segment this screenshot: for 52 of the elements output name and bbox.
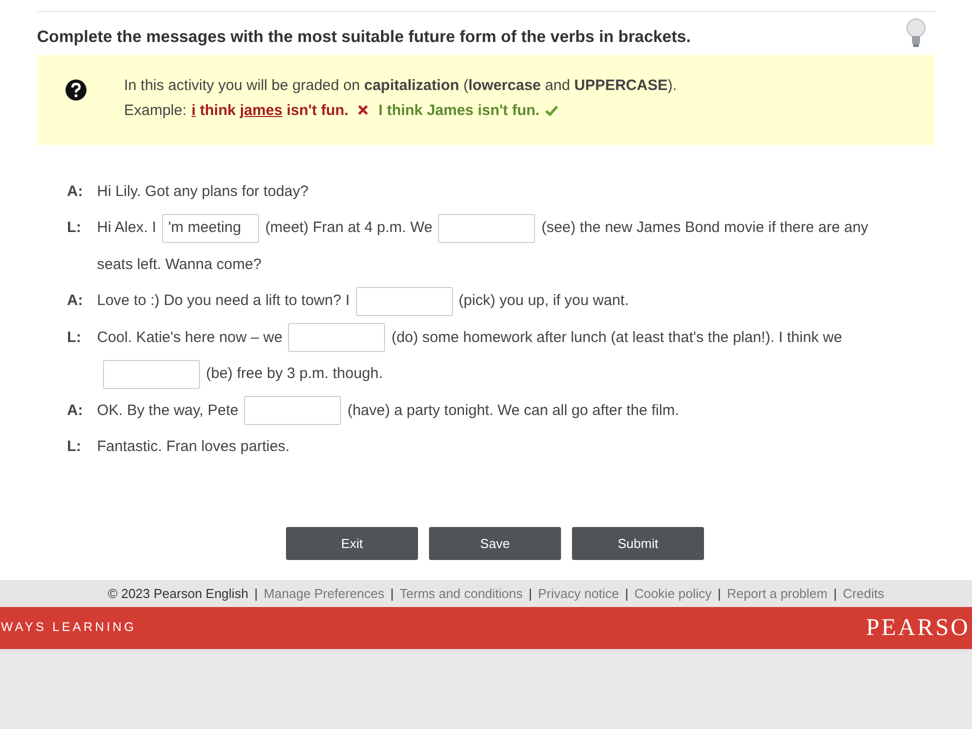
dialogue-text: Fantastic. Fran loves parties. xyxy=(97,437,290,458)
lightbulb-icon[interactable] xyxy=(905,18,927,48)
action-button[interactable]: Exit xyxy=(286,526,418,560)
footer-link[interactable]: Credits xyxy=(842,584,884,603)
dialogue-text: (have) a party tonight. We can all go after the film. xyxy=(347,400,680,421)
speaker-label: L: xyxy=(67,328,82,348)
footer-link[interactable]: Privacy notice xyxy=(538,584,619,603)
cross-icon xyxy=(358,105,368,116)
action-button[interactable]: Save xyxy=(429,526,561,560)
speaker-label: A: xyxy=(67,400,84,421)
dialogue-text: Cool. Katie's here now – we xyxy=(97,328,282,348)
tagline-text: WAYS LEARNING xyxy=(1,619,136,636)
dialogue-text: OK. By the way, Pete xyxy=(97,400,238,421)
answer-field[interactable] xyxy=(103,360,200,389)
action-button[interactable]: Submit xyxy=(572,526,704,560)
answer-field[interactable] xyxy=(288,323,386,352)
dialogue-text: (pick) you up, if you want. xyxy=(458,291,629,312)
brand-logo: PEARSO xyxy=(866,614,970,643)
dialogue-text: Hi Alex. I xyxy=(97,218,156,238)
separator-text: | xyxy=(624,584,628,603)
correct-example: I think James isn't fun. xyxy=(378,100,540,121)
dialogue-text: (see) the new James Bond movie if there are any xyxy=(541,218,868,238)
dialogue-text: (meet) Fran at 4 p.m. We xyxy=(265,218,432,238)
dialogue-text: (be) free by 3 p.m. though. xyxy=(206,364,383,384)
question-icon xyxy=(65,78,87,101)
speaker-label: L: xyxy=(67,218,82,238)
separator-text: | xyxy=(834,584,837,603)
example-label: Example: xyxy=(124,100,187,121)
instruction-heading: Complete the messages with the most suitable future form of the verbs in brackets. xyxy=(37,27,691,48)
speaker-label: A: xyxy=(67,182,84,202)
dialogue-text: Love to :) Do you need a lift to town? I xyxy=(97,291,350,312)
footer-link[interactable]: Report a problem xyxy=(727,584,828,603)
answer-field[interactable] xyxy=(438,214,536,243)
info-text: In this activity you will be graded on capitalization (lowercase and UPPERCASE). xyxy=(124,76,677,96)
wrong-example: i think james isn't fun. xyxy=(192,100,348,121)
answer-field[interactable] xyxy=(356,286,453,316)
speaker-label: A: xyxy=(67,291,84,312)
footer-link[interactable]: Cookie policy xyxy=(634,584,712,603)
separator-text: | xyxy=(254,584,258,603)
copyright-text: © 2023 Pearson English xyxy=(108,584,248,603)
dialogue-text: (do) some homework after lunch (at least that's the plan!). I think we xyxy=(391,328,842,348)
answer-field[interactable]: 'm meeting xyxy=(162,214,260,243)
footer-link[interactable]: Terms and conditions xyxy=(400,584,523,603)
answer-field[interactable] xyxy=(244,396,342,426)
separator-text: | xyxy=(718,584,722,603)
speaker-label: L: xyxy=(67,437,82,458)
separator-text: | xyxy=(390,584,394,603)
dialogue-text: seats left. Wanna come? xyxy=(97,254,262,275)
separator-text: | xyxy=(528,584,532,603)
dialogue-text: Hi Lily. Got any plans for today? xyxy=(97,182,308,202)
footer-link[interactable]: Manage Preferences xyxy=(264,584,384,603)
check-icon xyxy=(544,104,558,116)
